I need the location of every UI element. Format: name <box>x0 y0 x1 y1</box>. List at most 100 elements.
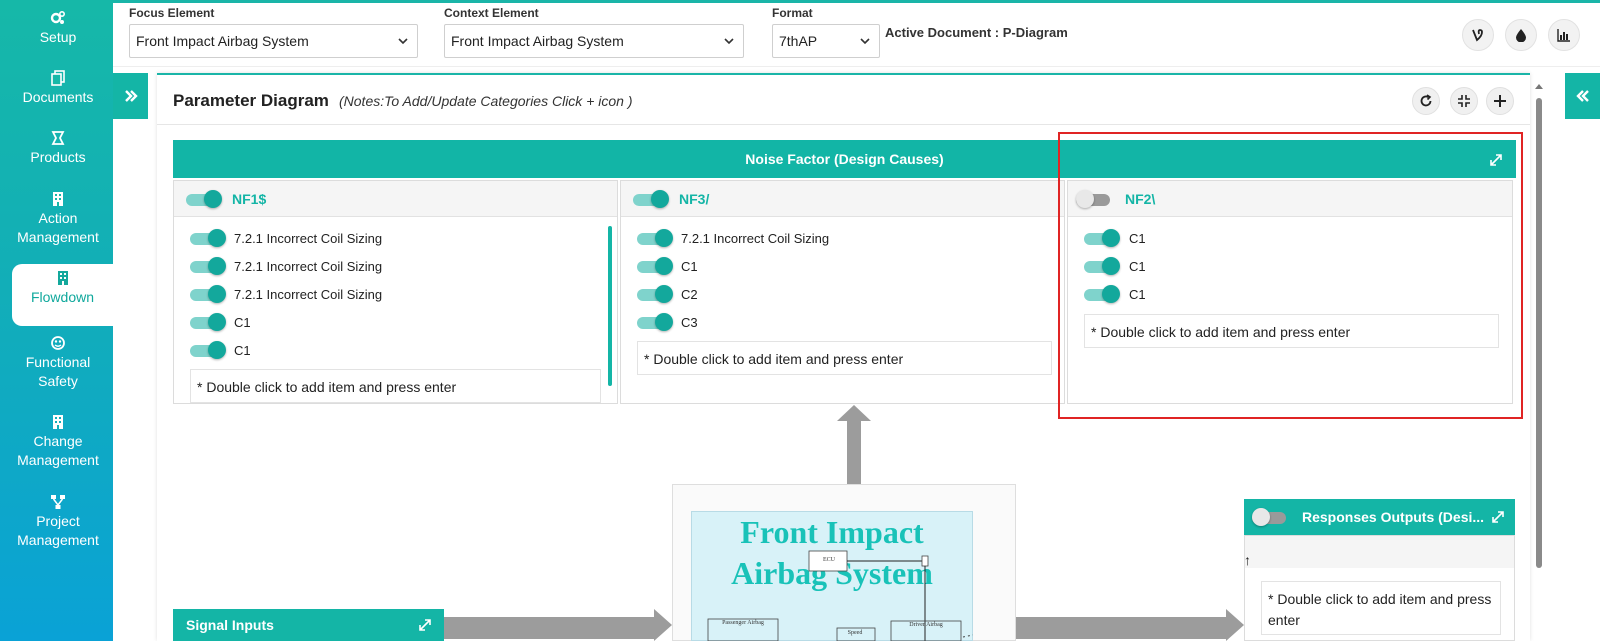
sidebar-item-label: Project Management <box>17 513 99 548</box>
expand-left-button[interactable] <box>113 73 148 119</box>
vine-button[interactable] <box>1462 19 1494 51</box>
vine-icon <box>1472 29 1483 42</box>
arrow-up-connector <box>837 405 871 485</box>
panel-divider <box>157 124 1530 125</box>
add-item-field[interactable]: * Double click to add item and press ent… <box>1261 581 1501 635</box>
responses-toggle[interactable] <box>1252 508 1288 526</box>
item-toggle[interactable] <box>637 285 673 303</box>
panel-note: (Notes:To Add/Update Categories Click + … <box>339 93 633 109</box>
focus-element-select[interactable]: Front Impact Airbag System <box>129 24 418 58</box>
expand-icon[interactable] <box>418 618 432 632</box>
list-item[interactable]: C2 <box>681 287 698 302</box>
sidebar-item-flowdown[interactable]: Flowdown <box>12 264 113 326</box>
column-title: NF3/ <box>679 191 710 207</box>
sidebar-item-label: Flowdown <box>30 289 95 305</box>
item-toggle[interactable] <box>190 313 226 331</box>
top-header: Focus Element Front Impact Airbag System… <box>113 3 1600 67</box>
sidebar-item-setup[interactable]: Setup <box>4 10 112 47</box>
safety-icon <box>51 336 65 350</box>
expand-right-button[interactable] <box>1565 73 1600 119</box>
sidebar-item-functional-safety[interactable]: Functional Safety <box>4 335 112 391</box>
item-toggle[interactable] <box>190 257 226 275</box>
sidebar-item-documents[interactable]: Documents <box>4 70 112 107</box>
item-toggle[interactable] <box>637 313 673 331</box>
add-item-field[interactable]: * Double click to add item and press ent… <box>637 341 1052 375</box>
sidebar-item-label: Documents <box>22 89 94 105</box>
sidebar-item-label: Action Management <box>17 210 99 245</box>
panel-scrollbar-thumb[interactable] <box>1536 98 1542 568</box>
item-toggle[interactable] <box>637 229 673 247</box>
sidebar-item-action-management[interactable]: Action Management <box>4 191 112 247</box>
sidebar-item-label: Change Management <box>17 433 99 468</box>
sidebar-item-change-management[interactable]: Change Management <box>4 414 112 470</box>
list-item[interactable]: 7.2.1 Incorrect Coil Sizing <box>681 231 829 246</box>
responses-header: Responses Outputs (Desi... <box>1244 499 1515 535</box>
format-select[interactable]: 7thAP <box>772 24 880 58</box>
column-title: NF1$ <box>232 191 267 207</box>
refresh-button[interactable] <box>1412 87 1440 115</box>
double-chevron-left-icon <box>1575 90 1589 102</box>
page-title: Parameter Diagram <box>173 91 329 110</box>
response-arrow-shaft <box>1016 617 1228 639</box>
list-item[interactable]: C1 <box>234 315 251 330</box>
scroll-up-icon[interactable] <box>1535 82 1543 90</box>
context-element-value: Front Impact Airbag System <box>451 33 624 49</box>
list-item[interactable]: C1 <box>234 343 251 358</box>
sidebar-item-project-management[interactable]: Project Management <box>4 494 112 550</box>
noise-column-nf3: NF3/ 7.2.1 Incorrect Coil Sizing C1 C2 C… <box>620 180 1065 404</box>
add-category-button[interactable] <box>1486 87 1514 115</box>
noise-factor-title: Noise Factor (Design Causes) <box>745 151 944 167</box>
context-element-select[interactable]: Front Impact Airbag System <box>444 24 744 58</box>
building-icon <box>53 192 63 206</box>
building-icon <box>57 271 68 285</box>
responses-subheader <box>1245 536 1514 568</box>
sitemap-icon <box>51 495 65 509</box>
compress-icon <box>1458 95 1470 107</box>
signal-arrow-head <box>654 609 672 641</box>
list-item[interactable]: C1 <box>681 259 698 274</box>
nf3-toggle[interactable] <box>633 190 669 208</box>
schematic-label-passenger-airbag: Passenger Airbag <box>722 620 764 626</box>
sidebar-item-label: Setup <box>39 29 77 45</box>
schematic-label-ecu: ECU <box>823 557 835 563</box>
sidebar-item-products[interactable]: Products <box>4 130 112 167</box>
plus-icon <box>1494 95 1506 107</box>
column-scrollbar[interactable] <box>608 226 612 386</box>
gears-icon <box>50 10 66 24</box>
list-item[interactable]: 7.2.1 Incorrect Coil Sizing <box>234 287 382 302</box>
format-value: 7thAP <box>779 33 818 49</box>
item-toggle[interactable] <box>637 257 673 275</box>
item-toggle[interactable] <box>190 229 226 247</box>
active-document-label: Active Document : P-Diagram <box>885 25 1068 40</box>
highlight-box <box>1058 132 1523 419</box>
format-label: Format <box>772 6 813 20</box>
add-item-field[interactable]: * Double click to add item and press ent… <box>190 369 601 403</box>
noise-column-nf1: NF1$ 7.2.1 Incorrect Coil Sizing 7.2.1 I… <box>173 180 618 404</box>
sidebar: Setup Documents Products Action Manageme… <box>0 0 113 641</box>
sidebar-item-label: Functional Safety <box>25 354 91 389</box>
schematic-label-speed: Speed <box>847 630 863 636</box>
item-toggle[interactable] <box>190 285 226 303</box>
nf1-toggle[interactable] <box>186 190 222 208</box>
responses-title: Responses Outputs (Desi... <box>1302 509 1485 525</box>
focus-element-value: Front Impact Airbag System <box>136 33 309 49</box>
chevron-down-icon <box>398 38 408 45</box>
list-item[interactable]: 7.2.1 Incorrect Coil Sizing <box>234 231 382 246</box>
chevron-down-icon <box>860 38 870 45</box>
column-header: NF3/ <box>621 181 1064 217</box>
focus-element-label: Focus Element <box>129 6 215 20</box>
schematic-label-driver-airbag: Driver Airbag <box>909 622 943 628</box>
sort-indicator[interactable]: ↑ <box>1244 552 1251 568</box>
refresh-icon <box>1420 94 1432 107</box>
list-item[interactable]: C3 <box>681 315 698 330</box>
column-header: NF1$ <box>174 181 617 217</box>
list-item[interactable]: 7.2.1 Incorrect Coil Sizing <box>234 259 382 274</box>
item-toggle[interactable] <box>190 341 226 359</box>
response-arrow-head <box>1226 609 1244 641</box>
building-icon <box>53 415 63 429</box>
drop-button[interactable] <box>1505 19 1537 51</box>
compress-button[interactable] <box>1450 87 1478 115</box>
signal-inputs-header: Signal Inputs <box>173 609 444 641</box>
chart-button[interactable] <box>1548 19 1580 51</box>
expand-icon[interactable] <box>1491 510 1505 524</box>
